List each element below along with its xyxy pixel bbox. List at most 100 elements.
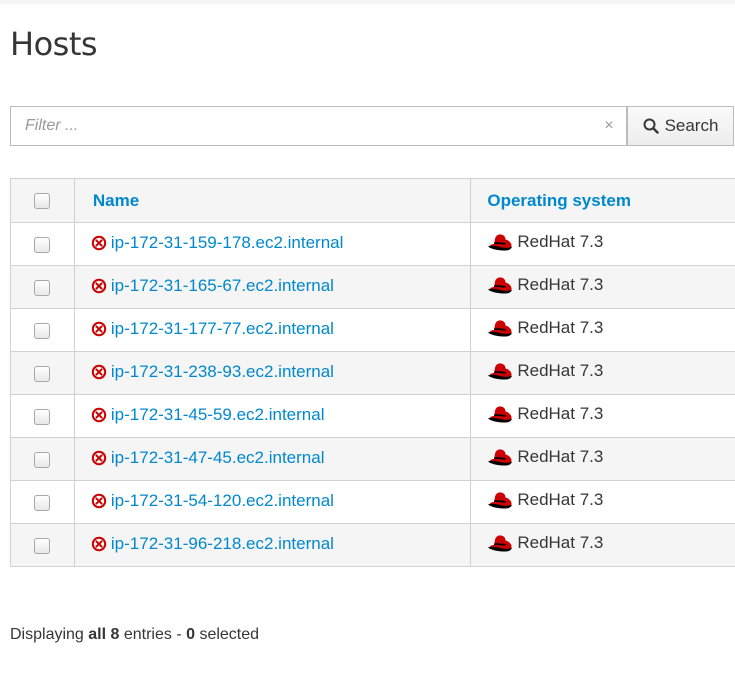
redhat-icon	[487, 404, 513, 424]
hosts-table: Name Operating system ip-172-31-159-178.…	[10, 178, 735, 567]
os-cell: RedHat 7.3	[470, 523, 735, 567]
error-circle-icon	[91, 278, 107, 294]
host-link[interactable]: ip-172-31-54-120.ec2.internal	[91, 491, 334, 511]
host-name: ip-172-31-177-77.ec2.internal	[110, 318, 334, 338]
redhat-icon	[487, 490, 513, 510]
error-circle-icon	[91, 493, 107, 509]
host-name-cell: ip-172-31-96-218.ec2.internal	[73, 523, 472, 567]
os-cell: RedHat 7.3	[470, 394, 735, 438]
error-circle-icon	[91, 321, 107, 337]
summary-middle: entries -	[119, 626, 187, 643]
select-all-checkbox[interactable]	[34, 193, 51, 210]
row-select-cell	[10, 265, 75, 309]
host-link[interactable]: ip-172-31-159-178.ec2.internal	[91, 232, 344, 253]
row-select-cell	[10, 394, 75, 438]
top-strip	[0, 0, 735, 4]
host-name-cell: ip-172-31-165-67.ec2.internal	[73, 265, 472, 309]
host-link[interactable]: ip-172-31-238-93.ec2.internal	[91, 362, 334, 382]
error-circle-icon	[91, 450, 107, 466]
host-name: ip-172-31-54-120.ec2.internal	[110, 490, 334, 510]
row-checkbox[interactable]	[34, 451, 51, 468]
table-row[interactable]: ip-172-31-177-77.ec2.internal RedHat 7.3	[10, 308, 735, 352]
search-bar: × Search	[10, 106, 735, 146]
host-name: ip-172-31-159-178.ec2.internal	[110, 232, 344, 252]
table-row[interactable]: ip-172-31-165-67.ec2.internal RedHat 7.3	[10, 265, 735, 309]
row-select-cell	[10, 222, 75, 266]
host-name-cell: ip-172-31-47-45.ec2.internal	[73, 437, 472, 481]
os-name: RedHat 7.3	[517, 489, 604, 509]
pagination-summary: Displaying all 8 entries - 0 selected	[10, 626, 259, 644]
row-checkbox[interactable]	[34, 494, 51, 511]
host-name: ip-172-31-165-67.ec2.internal	[110, 275, 334, 295]
os-name: RedHat 7.3	[517, 403, 604, 423]
column-header-name[interactable]: Name	[73, 178, 472, 223]
row-checkbox[interactable]	[34, 537, 51, 554]
row-select-cell	[10, 480, 75, 524]
row-select-cell	[10, 437, 75, 481]
filter-input[interactable]	[11, 107, 591, 145]
search-button-label: Search	[664, 116, 719, 135]
host-name: ip-172-31-47-45.ec2.internal	[110, 447, 325, 467]
summary-suffix: selected	[195, 626, 260, 643]
row-checkbox[interactable]	[34, 279, 51, 296]
row-checkbox[interactable]	[34, 322, 51, 339]
os-name: RedHat 7.3	[517, 274, 604, 294]
redhat-icon	[487, 533, 513, 553]
host-name-cell: ip-172-31-159-178.ec2.internal	[73, 222, 472, 266]
host-name-cell: ip-172-31-45-59.ec2.internal	[73, 394, 472, 438]
os-name: RedHat 7.3	[517, 446, 604, 466]
redhat-icon	[487, 361, 513, 381]
host-rows: ip-172-31-159-178.ec2.internal RedHat 7.3…	[10, 222, 735, 567]
search-icon	[643, 118, 659, 134]
table-row[interactable]: ip-172-31-54-120.ec2.internal RedHat 7.3	[10, 480, 735, 524]
redhat-icon	[487, 447, 513, 467]
host-link[interactable]: ip-172-31-96-218.ec2.internal	[91, 534, 334, 554]
os-cell: RedHat 7.3	[470, 265, 735, 309]
host-link[interactable]: ip-172-31-177-77.ec2.internal	[91, 319, 334, 339]
error-circle-icon	[91, 364, 107, 380]
redhat-icon	[487, 318, 513, 338]
summary-prefix: Displaying	[10, 626, 89, 643]
os-cell: RedHat 7.3	[470, 351, 735, 395]
host-name: ip-172-31-96-218.ec2.internal	[110, 533, 334, 553]
host-name: ip-172-31-238-93.ec2.internal	[110, 361, 334, 381]
column-header-operating-system[interactable]: Operating system	[470, 178, 735, 223]
row-checkbox[interactable]	[34, 365, 51, 382]
os-cell: RedHat 7.3	[470, 437, 735, 481]
table-row[interactable]: ip-172-31-96-218.ec2.internal RedHat 7.3	[10, 523, 735, 567]
row-checkbox[interactable]	[34, 408, 51, 425]
host-name-cell: ip-172-31-177-77.ec2.internal	[73, 308, 472, 352]
table-row[interactable]: ip-172-31-159-178.ec2.internal RedHat 7.3	[10, 222, 735, 266]
host-name: ip-172-31-45-59.ec2.internal	[110, 404, 325, 424]
row-select-cell	[10, 523, 75, 567]
row-checkbox[interactable]	[34, 236, 51, 253]
table-header-row: Name Operating system	[10, 178, 735, 223]
summary-selected-count: 0	[186, 626, 195, 643]
host-link[interactable]: ip-172-31-165-67.ec2.internal	[91, 276, 334, 296]
os-name: RedHat 7.3	[517, 532, 604, 552]
summary-scope: all 8	[88, 626, 120, 643]
page-title: Hosts	[10, 25, 98, 63]
host-link[interactable]: ip-172-31-47-45.ec2.internal	[91, 447, 325, 468]
host-name-cell: ip-172-31-54-120.ec2.internal	[73, 480, 472, 524]
table-row[interactable]: ip-172-31-45-59.ec2.internal RedHat 7.3	[10, 394, 735, 438]
filter-box: ×	[10, 106, 627, 146]
table-row[interactable]: ip-172-31-47-45.ec2.internal RedHat 7.3	[10, 437, 735, 481]
os-name: RedHat 7.3	[517, 231, 604, 251]
error-circle-icon	[91, 407, 107, 423]
os-name: RedHat 7.3	[517, 360, 604, 380]
os-cell: RedHat 7.3	[470, 222, 735, 266]
row-select-cell	[10, 351, 75, 395]
clear-icon[interactable]: ×	[599, 116, 619, 136]
table-row[interactable]: ip-172-31-238-93.ec2.internal RedHat 7.3	[10, 351, 735, 395]
redhat-icon	[487, 232, 513, 252]
error-circle-icon	[91, 536, 107, 552]
os-name: RedHat 7.3	[517, 317, 604, 337]
error-circle-icon	[91, 235, 107, 251]
header-select-cell	[10, 178, 75, 223]
redhat-icon	[487, 275, 513, 295]
search-button[interactable]: Search	[627, 106, 734, 146]
host-link[interactable]: ip-172-31-45-59.ec2.internal	[91, 404, 325, 425]
row-select-cell	[10, 308, 75, 352]
os-cell: RedHat 7.3	[470, 480, 735, 524]
